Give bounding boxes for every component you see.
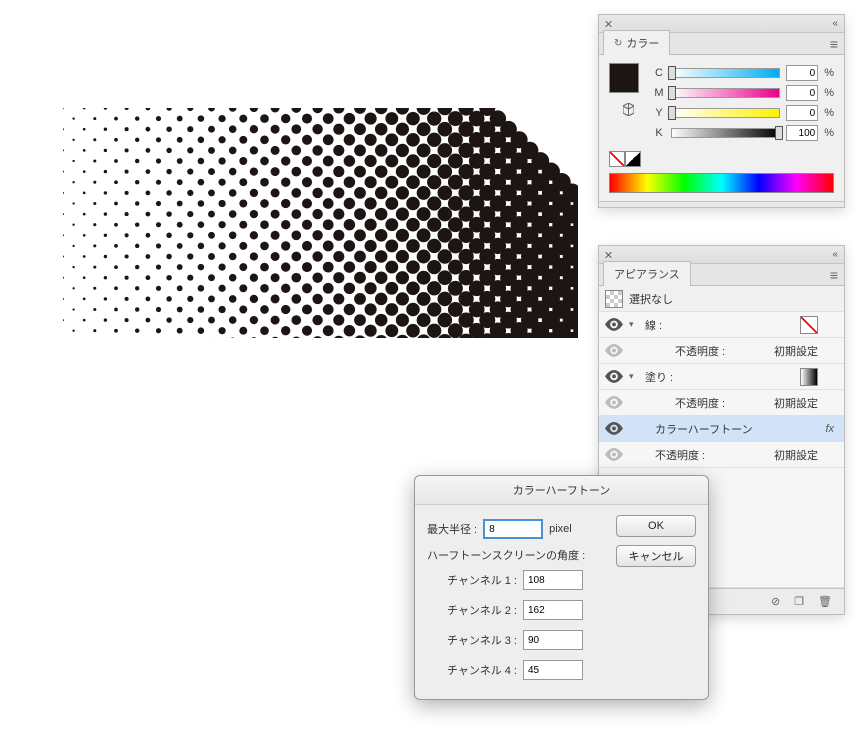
k-slider[interactable]: [671, 128, 780, 138]
channel-1-row: チャンネル 1 :: [427, 565, 696, 595]
fill-swatch[interactable]: [609, 63, 639, 93]
c-slider[interactable]: [671, 68, 780, 78]
cyan-row: C %: [653, 63, 834, 83]
pct-label: %: [824, 107, 834, 119]
fill-swatch[interactable]: [800, 368, 818, 386]
chevron-down-icon[interactable]: ▾: [629, 319, 639, 330]
tab-appearance[interactable]: アピアランス: [603, 261, 691, 286]
opacity-value[interactable]: 初期設定: [774, 447, 818, 463]
opacity-value[interactable]: 初期設定: [774, 343, 818, 359]
eye-icon-dim[interactable]: [605, 448, 623, 461]
fill-label: 塗り :: [645, 369, 673, 385]
cancel-button[interactable]: キャンセル: [616, 545, 696, 567]
tab-row: アピアランス ≡: [599, 264, 844, 286]
yellow-row: Y %: [653, 103, 834, 123]
channel-4-row: チャンネル 4 :: [427, 655, 696, 685]
m-slider[interactable]: [671, 88, 780, 98]
opacity-label: 不透明度 :: [629, 343, 725, 359]
fill-row[interactable]: ▾ 塗り :: [599, 364, 844, 390]
collapse-icon[interactable]: «: [832, 18, 838, 29]
bw-swatch[interactable]: [625, 151, 641, 167]
selection-label: 選択なし: [629, 291, 673, 307]
pct-label: %: [824, 127, 834, 139]
channel-4-label: チャンネル 4 :: [439, 662, 517, 678]
trash-icon[interactable]: 🗑: [818, 595, 832, 608]
tab-row: ↻ カラー ≡: [599, 33, 844, 55]
none-swatch[interactable]: [609, 151, 625, 167]
tab-color[interactable]: ↻ カラー: [603, 30, 670, 55]
opacity-label: 不透明度 :: [629, 395, 725, 411]
channel-3-row: チャンネル 3 :: [427, 625, 696, 655]
max-radius-unit: pixel: [549, 523, 572, 535]
eye-icon-dim[interactable]: [605, 344, 623, 357]
pct-label: %: [824, 67, 834, 79]
magenta-row: M %: [653, 83, 834, 103]
pct-label: %: [824, 87, 834, 99]
eye-icon[interactable]: [605, 422, 623, 435]
close-icon[interactable]: [605, 20, 613, 28]
dialog-title: カラーハーフトーン: [415, 476, 708, 505]
spectrum-bar[interactable]: [609, 173, 834, 193]
c-label: C: [653, 67, 665, 79]
max-radius-label: 最大半径 :: [427, 521, 477, 537]
chevron-down-icon[interactable]: ▾: [629, 371, 639, 382]
tab-label: アピアランス: [614, 266, 680, 282]
k-label: K: [653, 127, 665, 139]
ok-button[interactable]: OK: [616, 515, 696, 537]
k-input[interactable]: [786, 125, 818, 141]
channel-3-input[interactable]: [523, 630, 583, 650]
y-label: Y: [653, 107, 665, 119]
eye-icon[interactable]: [605, 318, 623, 331]
channel-1-input[interactable]: [523, 570, 583, 590]
y-slider[interactable]: [671, 108, 780, 118]
channel-1-label: チャンネル 1 :: [439, 572, 517, 588]
c-input[interactable]: [786, 65, 818, 81]
selection-thumb: [605, 290, 623, 308]
selection-row: 選択なし: [599, 286, 844, 312]
stroke-label: 線 :: [645, 317, 662, 333]
m-label: M: [653, 87, 665, 99]
channel-2-row: チャンネル 2 :: [427, 595, 696, 625]
fx-icon[interactable]: fx: [825, 423, 838, 435]
max-radius-input[interactable]: [483, 519, 543, 539]
channel-2-label: チャンネル 2 :: [439, 602, 517, 618]
y-input[interactable]: [786, 105, 818, 121]
effect-label: カラーハーフトーン: [629, 421, 753, 437]
opacity-value[interactable]: 初期設定: [774, 395, 818, 411]
cube-icon[interactable]: [609, 103, 647, 119]
overall-opacity-row[interactable]: 不透明度 : 初期設定: [599, 442, 844, 468]
halftone-dialog: カラーハーフトーン OK キャンセル 最大半径 : pixel ハーフトーンスク…: [414, 475, 709, 700]
color-panel: « ↻ カラー ≡ C % M %: [598, 14, 845, 208]
clear-icon[interactable]: ⊘: [771, 595, 780, 608]
opacity-label: 不透明度 :: [629, 447, 705, 463]
stroke-opacity-row[interactable]: 不透明度 : 初期設定: [599, 338, 844, 364]
fill-opacity-row[interactable]: 不透明度 : 初期設定: [599, 390, 844, 416]
black-row: K %: [653, 123, 834, 143]
collapse-icon[interactable]: «: [832, 249, 838, 260]
tab-label: カラー: [626, 35, 659, 51]
halftone-artwork: [63, 108, 578, 338]
stroke-row[interactable]: ▾ 線 :: [599, 312, 844, 338]
channel-2-input[interactable]: [523, 600, 583, 620]
eye-icon-dim[interactable]: [605, 396, 623, 409]
channel-3-label: チャンネル 3 :: [439, 632, 517, 648]
m-input[interactable]: [786, 85, 818, 101]
stroke-swatch[interactable]: [800, 316, 818, 334]
close-icon[interactable]: [605, 251, 613, 259]
channel-4-input[interactable]: [523, 660, 583, 680]
refresh-icon: ↻: [614, 38, 622, 49]
effect-row[interactable]: カラーハーフトーン fx: [599, 416, 844, 442]
panel-menu-icon[interactable]: ≡: [830, 267, 838, 283]
eye-icon[interactable]: [605, 370, 623, 383]
panel-menu-icon[interactable]: ≡: [830, 36, 838, 52]
duplicate-icon[interactable]: ❐: [794, 595, 804, 608]
